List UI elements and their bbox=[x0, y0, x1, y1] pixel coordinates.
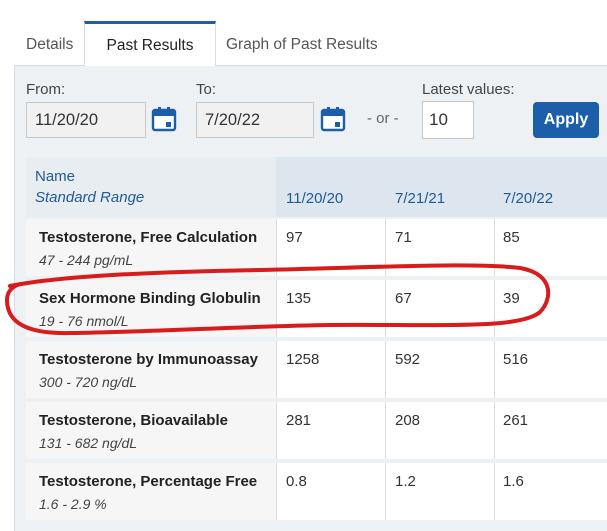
row-test-name[interactable]: Testosterone, Bioavailable bbox=[39, 412, 228, 429]
latest-values-input[interactable]: 10 bbox=[422, 101, 474, 139]
table-header: Name Standard Range 11/20/20 7/21/21 7/2… bbox=[26, 157, 607, 217]
header-standard-range: Standard Range bbox=[35, 189, 145, 206]
row-value: 1.6 bbox=[503, 473, 524, 490]
tab-bar: Details Past Results Graph of Past Resul… bbox=[14, 21, 607, 67]
to-label: To: bbox=[196, 81, 217, 98]
row-standard-range: 19 - 76 nmol/L bbox=[39, 313, 129, 329]
row-value: 71 bbox=[395, 229, 412, 246]
table-row: Testosterone by Immunoassay 300 - 720 ng… bbox=[26, 341, 607, 398]
row-value: 281 bbox=[286, 412, 312, 429]
row-value: 39 bbox=[503, 290, 520, 307]
row-test-name[interactable]: Testosterone, Percentage Free bbox=[39, 473, 257, 490]
row-test-name[interactable]: Testosterone by Immunoassay bbox=[39, 351, 258, 368]
row-test-name[interactable]: Testosterone, Free Calculation bbox=[39, 229, 257, 246]
tab-graph-of-past-results[interactable]: Graph of Past Results bbox=[214, 21, 390, 66]
row-value: 135 bbox=[286, 290, 312, 307]
row-value: 261 bbox=[503, 412, 529, 429]
row-value: 97 bbox=[286, 229, 303, 246]
row-test-name[interactable]: Sex Hormone Binding Globulin bbox=[39, 290, 261, 307]
row-value: 1258 bbox=[286, 351, 320, 368]
header-date-3[interactable]: 7/20/22 bbox=[503, 190, 553, 207]
apply-button[interactable]: Apply bbox=[533, 102, 599, 138]
from-calendar-icon[interactable] bbox=[151, 106, 177, 132]
to-calendar-icon[interactable] bbox=[320, 106, 346, 132]
header-date-1[interactable]: 11/20/20 bbox=[286, 190, 343, 207]
header-date-2[interactable]: 7/21/21 bbox=[395, 190, 445, 207]
table-row: Sex Hormone Binding Globulin 19 - 76 nmo… bbox=[26, 280, 607, 337]
or-separator: - or - bbox=[367, 110, 399, 127]
header-name: Name bbox=[35, 168, 76, 185]
row-value: 1.2 bbox=[395, 473, 416, 490]
row-value: 67 bbox=[395, 290, 412, 307]
row-value: 85 bbox=[503, 229, 520, 246]
from-label: From: bbox=[26, 81, 66, 98]
row-value: 516 bbox=[503, 351, 529, 368]
from-date-input[interactable]: 11/20/20 bbox=[26, 102, 146, 138]
row-standard-range: 1.6 - 2.9 % bbox=[39, 496, 107, 512]
to-date-input[interactable]: 7/20/22 bbox=[196, 102, 314, 138]
table-row: Testosterone, Bioavailable 131 - 682 ng/… bbox=[26, 402, 607, 459]
tab-details[interactable]: Details bbox=[14, 21, 85, 66]
row-standard-range: 300 - 720 ng/dL bbox=[39, 374, 138, 390]
table-row: Testosterone, Percentage Free 1.6 - 2.9 … bbox=[26, 463, 607, 520]
latest-values-label: Latest values: bbox=[422, 81, 515, 98]
row-standard-range: 131 - 682 ng/dL bbox=[39, 435, 138, 451]
row-value: 0.8 bbox=[286, 473, 307, 490]
row-standard-range: 47 - 244 pg/mL bbox=[39, 252, 134, 268]
row-value: 208 bbox=[395, 412, 421, 429]
tab-past-results[interactable]: Past Results bbox=[84, 21, 216, 67]
table-row: Testosterone, Free Calculation 47 - 244 … bbox=[26, 219, 607, 276]
row-value: 592 bbox=[395, 351, 421, 368]
